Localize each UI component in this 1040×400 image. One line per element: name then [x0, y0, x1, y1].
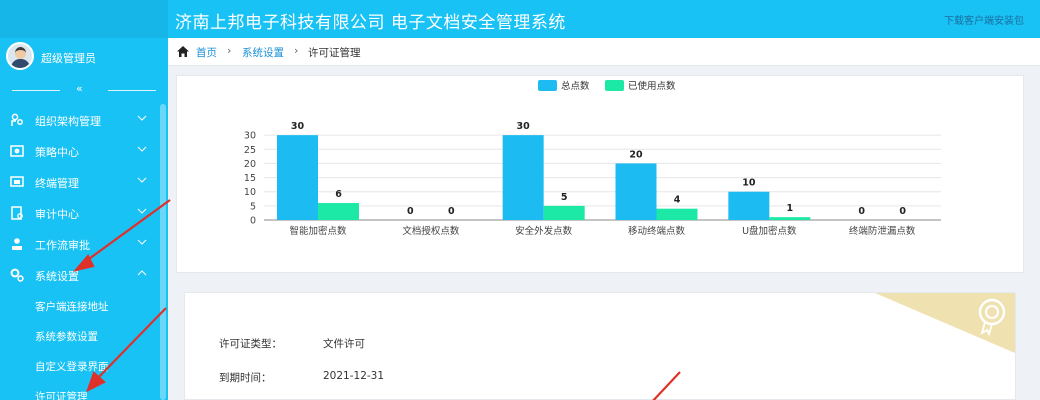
y-tick-label: 10: [244, 187, 256, 198]
top-header: 济南上邦电子科技有限公司 电子文档安全管理系统 下载客户端安装包: [0, 0, 1040, 38]
user-name: 超级管理员: [41, 52, 96, 65]
sidebar-item-label: 终端管理: [35, 177, 79, 190]
x-tick-label: 移动终端点数: [628, 225, 686, 237]
bar: [769, 217, 811, 220]
y-tick-label: 5: [250, 201, 256, 212]
data-label: 30: [291, 121, 305, 132]
org-icon: [11, 113, 23, 126]
breadcrumb: 首页 › 系统设置 › 许可证管理: [168, 38, 1040, 66]
license-info-card: 许可证类型： 文件许可 到期时间： 2021-12-31: [184, 292, 1016, 400]
sidebar-item-org[interactable]: 组织架构管理: [0, 105, 160, 136]
y-tick-label: 30: [244, 131, 256, 142]
sidebar-subitem-label: 系统参数设置: [35, 331, 98, 343]
bar: [543, 205, 585, 220]
data-label: 0: [899, 206, 906, 217]
x-tick-label: 安全外发点数: [515, 225, 573, 237]
home-icon[interactable]: [177, 46, 189, 57]
legend-swatch: [538, 80, 557, 91]
chevron-down-icon: [137, 146, 147, 152]
sidebar-item-label: 工作流审批: [35, 239, 90, 252]
license-points-chart: 051015202530306智能加密点数0 0文档授权点数305安全外发点数20…: [244, 80, 941, 237]
bar: [656, 208, 698, 220]
user-panel: 超级管理员: [0, 38, 168, 78]
sidebar-item-label: 审计中心: [35, 208, 79, 221]
sidebar-item-label: 策略中心: [35, 146, 79, 159]
legend-label: 总点数: [561, 80, 590, 92]
legend-swatch: [605, 80, 624, 91]
data-label: 0: [407, 206, 414, 217]
app-title: 济南上邦电子科技有限公司 电子文档安全管理系统: [175, 13, 566, 33]
x-tick-label: 智能加密点数: [289, 225, 347, 237]
sidebar-subitem-label: 许可证管理: [35, 391, 88, 400]
sidebar-item-workflow[interactable]: 工作流审批: [0, 229, 160, 260]
expire-date-label: 到期时间：: [219, 372, 272, 384]
sidebar-collapse-toggle[interactable]: «: [0, 82, 168, 98]
chevron-right-icon: ›: [227, 44, 232, 57]
sidebar-item-policy[interactable]: 策略中心: [0, 136, 160, 167]
breadcrumb-current: 许可证管理: [308, 47, 361, 59]
license-type-value: 文件许可: [323, 338, 365, 350]
audit-icon: [11, 206, 23, 220]
sidebar-subitem-custom-login[interactable]: 自定义登录界面: [0, 352, 160, 381]
sidebar-subitem-label: 客户端连接地址: [35, 301, 109, 313]
data-label: 30: [517, 121, 531, 132]
bar: [318, 203, 359, 220]
sidebar-subitem-system-params[interactable]: 系统参数设置: [0, 322, 160, 351]
license-ribbon: [875, 293, 1015, 353]
data-label: 4: [674, 195, 681, 206]
terminal-icon: [10, 176, 24, 187]
sidebar-subitem-license[interactable]: 许可证管理: [0, 382, 160, 400]
sidebar-item-terminal[interactable]: 终端管理: [0, 167, 160, 198]
breadcrumb-settings[interactable]: 系统设置: [242, 45, 284, 60]
y-tick-label: 15: [244, 173, 256, 184]
policy-icon: [10, 145, 24, 157]
sidebar-scrollbar[interactable]: [160, 104, 166, 400]
bar: [615, 163, 657, 220]
sidebar-item-audit[interactable]: 审计中心: [0, 198, 160, 229]
data-label: 20: [629, 149, 643, 160]
chevron-up-icon: [137, 270, 147, 276]
avatar[interactable]: [6, 42, 34, 70]
data-label: 0: [858, 206, 865, 217]
y-tick-label: 0: [250, 216, 256, 227]
chevron-down-icon: [137, 177, 147, 183]
chevron-right-icon: ›: [294, 44, 299, 57]
chevron-down-icon: [137, 239, 147, 245]
sidebar-item-label: 组织架构管理: [35, 115, 101, 128]
download-client-link[interactable]: 下载客户端安装包: [944, 12, 1024, 27]
expire-date-value: 2021-12-31: [323, 370, 385, 382]
bar: [502, 135, 544, 220]
license-points-chart-card: 0 5 10 15 20 25 30 30 6 智能加密点数 0 0 文档授权点数 30 5 安全外发点数 20…: [176, 75, 1024, 273]
sidebar: 超级管理员 « 组织架构管理 策略中心 终端管理 审计中心 工作流审批 系统设置…: [0, 38, 168, 400]
legend-label: 已使用点数: [628, 80, 676, 92]
y-tick-label: 20: [244, 159, 256, 170]
double-chevron-left-icon[interactable]: «: [76, 82, 83, 95]
x-tick-label: U盘加密点数: [742, 225, 797, 237]
license-type-label: 许可证类型：: [219, 338, 282, 350]
sidebar-item-label: 系统设置: [35, 270, 79, 283]
sidebar-item-settings[interactable]: 系统设置: [0, 260, 160, 291]
settings-icon: [10, 268, 24, 282]
sidebar-subitem-label: 自定义登录界面: [35, 361, 109, 373]
y-tick-label: 25: [244, 145, 256, 156]
brand-area: [0, 0, 168, 38]
breadcrumb-home[interactable]: 首页: [196, 45, 217, 60]
x-tick-label: 终端防泄漏点数: [849, 225, 916, 237]
bar: [728, 191, 770, 220]
data-label: 5: [561, 192, 568, 203]
data-label: 0: [448, 206, 455, 217]
bar: [277, 135, 318, 220]
chevron-down-icon: [137, 115, 147, 121]
sidebar-subitem-client-address[interactable]: 客户端连接地址: [0, 292, 160, 321]
data-label: 1: [787, 203, 794, 214]
data-label: 6: [335, 189, 342, 200]
x-tick-label: 文档授权点数: [402, 225, 460, 237]
data-label: 10: [742, 178, 756, 189]
workflow-icon: [12, 238, 22, 250]
chevron-down-icon: [137, 208, 147, 214]
